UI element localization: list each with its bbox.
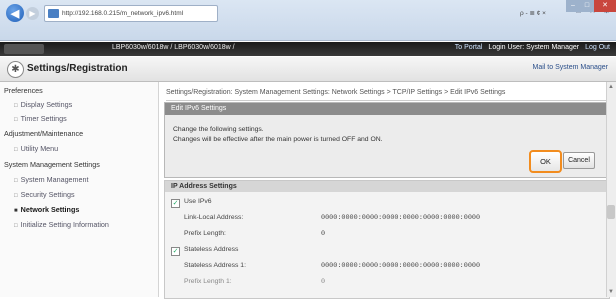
ok-button[interactable]: OK	[529, 150, 562, 173]
sidebar-section-preferences[interactable]: Preferences	[4, 86, 43, 95]
mail-to-system-manager-link[interactable]: Mail to System Manager	[533, 64, 608, 71]
back-button[interactable]: ◀	[6, 4, 24, 22]
stateless-address-checkbox[interactable]: ✓	[171, 247, 180, 256]
log-out-link[interactable]: Log Out	[585, 44, 610, 51]
header-links: To Portal Login User: System Manager Log…	[455, 44, 610, 51]
scrollbar-thumb[interactable]	[607, 205, 615, 219]
minimize-button[interactable]: –	[566, 0, 580, 12]
sidebar-section-system-management-settings[interactable]: System Management Settings	[4, 160, 100, 169]
address-bar[interactable]: http://192.168.0.215/m_network_ipv6.html	[44, 5, 218, 22]
breadcrumb: Settings/Registration: System Management…	[166, 89, 506, 96]
arrow-left-icon: ◀	[10, 7, 20, 20]
stateless-address-1-value: 0000:0000:0000:0000:0000:0000:0000:0000	[321, 262, 481, 270]
close-icon: ✕	[602, 2, 608, 9]
link-local-value: 0000:0000:0000:0000:0000:0000:0000:0000	[321, 214, 481, 222]
address-actions[interactable]: ρ - ≣ ¢ ×	[520, 5, 558, 20]
maximize-button[interactable]: □	[580, 0, 594, 12]
arrow-right-icon: ▶	[29, 9, 36, 18]
sidebar-item-initialize-setting-information[interactable]: Initialize Setting Information	[14, 220, 109, 229]
divider	[166, 100, 609, 101]
site-icon	[48, 9, 59, 18]
url-text[interactable]: http://192.168.0.215/m_network_ipv6.html	[62, 10, 183, 17]
device-header: LBP6030w/6018w / LBP6030w/6018w / To Por…	[0, 42, 616, 56]
link-local-label: Link-Local Address:	[184, 214, 244, 221]
model-name: LBP6030w/6018w / LBP6030w/6018w /	[112, 44, 235, 51]
prefix-length-label: Prefix Length:	[184, 230, 226, 237]
stateless-address-1-label: Stateless Address 1:	[184, 262, 246, 269]
sidebar-item-utility-menu[interactable]: Utility Menu	[14, 144, 59, 153]
prefix-length-1-value: 0	[321, 278, 326, 286]
sidebar-item-timer-settings[interactable]: Timer Settings	[14, 114, 67, 123]
page-titlebar: ✱ Settings/Registration Mail to System M…	[0, 57, 616, 82]
sidebar-item-network-settings[interactable]: Network Settings	[14, 205, 80, 214]
notice-text: Changes will be effective after the main…	[173, 136, 383, 143]
panel-title: Edit IPv6 Settings	[165, 103, 609, 115]
scroll-up-icon[interactable]: ▲	[607, 83, 615, 91]
scroll-down-icon[interactable]: ▼	[607, 288, 615, 296]
cancel-button[interactable]: Cancel	[563, 152, 595, 169]
sidebar-item-display-settings[interactable]: Display Settings	[14, 100, 73, 109]
use-ipv6-checkbox[interactable]: ✓	[171, 199, 180, 208]
sidebar-item-system-management[interactable]: System Management	[14, 175, 89, 184]
prefix-length-1-label: Prefix Length 1:	[184, 278, 232, 285]
page-title: Settings/Registration	[27, 63, 128, 74]
forward-button[interactable]: ▶	[26, 7, 39, 20]
instruction-text: Change the following settings.	[173, 126, 264, 133]
login-user-text: Login User: System Manager	[488, 44, 580, 51]
brand-logo	[4, 44, 44, 54]
use-ipv6-label: Use IPv6	[184, 198, 212, 205]
close-window-button[interactable]: ✕	[594, 0, 616, 12]
settings-gear-icon: ✱	[7, 61, 24, 78]
prefix-length-value: 0	[321, 230, 326, 238]
ip-address-settings-panel: IP Address Settings ✓ Use IPv6 Link-Loca…	[164, 180, 610, 299]
stateless-address-label: Stateless Address	[184, 246, 239, 253]
to-portal-link[interactable]: To Portal	[455, 44, 483, 51]
sidebar-section-adjustment[interactable]: Adjustment/Maintenance	[4, 129, 83, 138]
section-title: IP Address Settings	[165, 181, 609, 192]
page-scrollbar[interactable]	[606, 82, 616, 297]
sidebar: Preferences Display Settings Timer Setti…	[0, 82, 159, 297]
sidebar-item-security-settings[interactable]: Security Settings	[14, 190, 75, 199]
